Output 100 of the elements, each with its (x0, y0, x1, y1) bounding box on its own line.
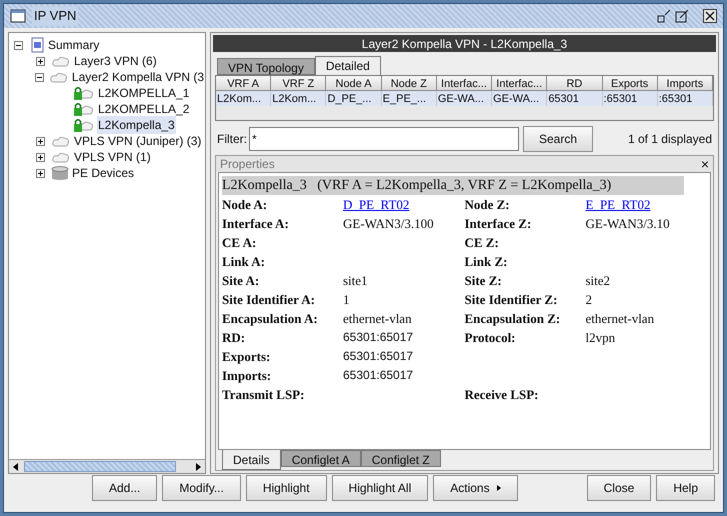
tree-item[interactable]: Layer3 VPN (6) (73, 52, 158, 70)
table-cell: :65301 (602, 91, 658, 106)
property-label: Exports: (222, 348, 272, 366)
tree-item[interactable]: L2KOMPELLA_2 (97, 100, 190, 118)
property-label: Transmit LSP: (222, 386, 306, 404)
tree-item[interactable]: L2Kompella_3 (97, 116, 176, 134)
property-value: GE-WAN3/3.100 (343, 215, 434, 233)
tree-item[interactable]: VPLS VPN (Juniper) (3) (73, 132, 202, 150)
property-label: CE A: (222, 234, 258, 252)
properties-heading: L2Kompella_3 (VRF A = L2Kompella_3, VRF Z = L2Kompella_3) (222, 176, 684, 195)
table-cell: :65301 (658, 91, 713, 106)
property-value: ethernet-vlan (586, 310, 654, 328)
action-button[interactable]: Modify... (162, 475, 241, 501)
expand-icon[interactable] (36, 152, 44, 162)
maximize-icon[interactable] (675, 9, 689, 23)
property-value: l2vpn (586, 329, 616, 347)
window-icon (10, 9, 26, 23)
tab[interactable]: Detailed (314, 56, 381, 75)
result-count: 1 of 1 displayed (628, 130, 712, 148)
cloud-icon (48, 70, 69, 84)
tree-item[interactable]: Layer2 Kompella VPN (3 (70, 68, 205, 86)
close-icon[interactable] (703, 9, 717, 23)
action-button[interactable]: Help (656, 475, 715, 501)
property-label: Node A: (222, 196, 268, 214)
node-link[interactable]: E_PE_RT02 (586, 195, 650, 214)
property-value: GE-WAN3/3.10 (586, 215, 670, 233)
table-cell: GE-WA... (492, 91, 548, 106)
minimize-icon[interactable] (657, 9, 671, 23)
filter-label: Filter: (217, 130, 247, 148)
property-label: Site Identifier Z: (464, 291, 558, 309)
column-header[interactable]: Node A (326, 76, 382, 91)
property-label: Receive LSP: (464, 386, 540, 404)
menu-button[interactable]: Actions (433, 475, 518, 501)
table-cell: E_PE_... (382, 91, 437, 106)
action-button[interactable]: Highlight (246, 475, 327, 501)
database-icon (51, 166, 69, 180)
close-button[interactable]: × (700, 157, 709, 171)
cloud-icon (51, 54, 71, 68)
locked-cloud-icon (73, 101, 95, 117)
tree-item[interactable]: L2KOMPELLA_1 (97, 84, 190, 102)
property-value: 65301:65017 (343, 367, 414, 384)
action-button[interactable]: Add... (92, 475, 158, 501)
tree-item[interactable]: VPLS VPN (1) (73, 148, 152, 166)
tab[interactable]: Details (222, 450, 281, 470)
column-header[interactable]: VRF Z (271, 76, 326, 91)
cloud-icon (51, 134, 71, 148)
tab[interactable]: Configlet Z (360, 450, 441, 467)
tree-item[interactable]: Summary (47, 36, 100, 54)
table-cell: L2Kom... (216, 91, 272, 106)
window-title: IP VPN (32, 6, 78, 26)
column-header[interactable]: VRF A (216, 76, 272, 91)
property-label: Encapsulation Z: (464, 310, 562, 328)
action-button[interactable]: Highlight All (332, 475, 428, 501)
property-value: site1 (343, 272, 368, 290)
column-header[interactable]: Interfac... (436, 76, 492, 91)
tree-item[interactable]: PE Devices (71, 164, 136, 182)
expand-icon[interactable] (36, 168, 44, 178)
expand-icon[interactable] (36, 56, 44, 66)
property-label: RD: (222, 329, 246, 347)
scroll-thumb[interactable] (24, 461, 176, 472)
column-header[interactable]: RD (547, 76, 603, 91)
property-value: 65301:65017 (343, 348, 414, 365)
collapse-icon[interactable] (34, 72, 44, 82)
property-label: Site A: (222, 272, 260, 290)
table-cell: 65301 (547, 91, 603, 106)
table-cell: GE-WA... (436, 91, 492, 106)
property-label: Site Z: (464, 272, 503, 290)
collapse-icon[interactable] (14, 40, 22, 50)
locked-cloud-icon (73, 85, 95, 101)
property-label: CE Z: (464, 234, 500, 252)
property-label: Link A: (222, 253, 266, 271)
tab[interactable]: Configlet A (280, 450, 361, 467)
cloud-icon (51, 150, 71, 164)
property-value: 2 (586, 291, 592, 309)
property-label: Encapsulation A: (222, 310, 319, 328)
node-link[interactable]: D_PE_RT02 (343, 195, 410, 214)
search-button[interactable]: Search (523, 126, 593, 152)
horizontal-scrollbar[interactable] (9, 459, 205, 473)
expand-icon[interactable] (36, 136, 44, 146)
column-header[interactable]: Imports (658, 76, 713, 91)
table-cell: L2Kom... (271, 91, 326, 106)
column-header[interactable]: Interfac... (492, 76, 548, 91)
column-header[interactable]: Exports (602, 76, 658, 91)
property-label: Node Z: (464, 196, 511, 214)
property-value: ethernet-vlan (343, 310, 412, 328)
property-value: 65301:65017 (343, 329, 414, 346)
filter-field[interactable]: * (249, 126, 519, 150)
property-label: Imports: (222, 367, 272, 385)
locked-cloud-icon (73, 117, 95, 133)
table-row[interactable]: L2Kom... L2Kom... D_PE_... E_PE_... GE-WA... GE-WA... 65301 :65301 :65301 (216, 91, 713, 106)
column-header[interactable]: Node Z (382, 76, 437, 91)
property-label: Site Identifier A: (222, 291, 316, 309)
action-button[interactable]: Close (586, 475, 652, 501)
property-label: Protocol: (464, 329, 517, 347)
tab[interactable]: VPN Topology (217, 58, 315, 75)
panel-header: Layer2 Kompella VPN - L2Kompella_3 (213, 35, 716, 52)
property-label: Interface Z: (464, 215, 532, 233)
property-value: site2 (586, 272, 610, 290)
property-label: Link Z: (464, 253, 508, 271)
properties-title: Properties (220, 156, 275, 173)
